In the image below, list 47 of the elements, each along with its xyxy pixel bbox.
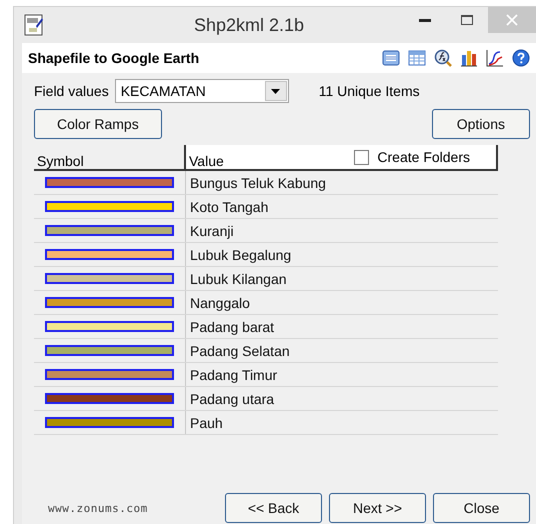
website-text: www.zonums.com — [48, 502, 148, 514]
next-button[interactable]: Next >> — [329, 493, 426, 523]
color-swatch[interactable] — [45, 201, 174, 212]
field-label: Field values — [34, 83, 109, 99]
color-swatch[interactable] — [45, 249, 174, 260]
table-cell-text: Nanggalo — [189, 294, 251, 313]
window-title: Shp2kml 2.1b — [192, 14, 304, 36]
field-dropdown[interactable]: KECAMATAN — [114, 79, 289, 103]
color-swatch[interactable] — [45, 321, 174, 332]
unique-count: 11 Unique Items — [318, 83, 420, 99]
table-cell-text: Padang utara — [189, 390, 276, 409]
table-icon[interactable] — [408, 50, 426, 66]
app-icon — [24, 14, 44, 36]
help-icon[interactable] — [512, 49, 530, 67]
header-title: Shapefile to Google Earth — [28, 50, 200, 66]
table-cell-text: Padang barat — [189, 318, 276, 337]
options-button[interactable]: Options — [432, 109, 530, 139]
color-ramps-button[interactable]: Color Ramps — [34, 109, 162, 139]
checkbox-label: Create Folders — [377, 149, 470, 165]
color-swatch[interactable] — [45, 393, 174, 404]
color-swatch[interactable] — [45, 369, 174, 380]
list-icon[interactable] — [382, 50, 400, 66]
dropdown-arrow-icon — [271, 88, 280, 94]
column-header[interactable]: Value — [189, 153, 224, 169]
back-button[interactable]: << Back — [225, 493, 322, 523]
table-cell-text: Kuranji — [189, 222, 235, 241]
color-swatch[interactable] — [45, 417, 174, 428]
color-swatch[interactable] — [45, 297, 174, 308]
table-cell-text: Lubuk Begalung — [189, 246, 292, 265]
table-cell-text: Lubuk Kilangan — [189, 270, 288, 289]
color-swatch[interactable] — [45, 273, 174, 284]
color-swatch[interactable] — [45, 345, 174, 356]
table-cell-text: Padang Selatan — [189, 342, 291, 361]
function-search-icon[interactable] — [434, 49, 452, 67]
table-cell-text: Koto Tangah — [189, 198, 270, 217]
color-swatch[interactable] — [45, 177, 174, 188]
minimize-icon — [418, 18, 431, 22]
close-icon — [506, 14, 518, 26]
bar-chart-icon[interactable] — [460, 49, 478, 67]
create-folders-checkbox[interactable] — [354, 150, 370, 164]
maximize-icon — [460, 15, 473, 25]
table-cell-text: Padang Timur — [189, 366, 278, 385]
line-chart-icon[interactable] — [486, 49, 504, 67]
table-cell-text: Bungus Teluk Kabung — [189, 174, 327, 193]
table-cell-text: Pauh — [189, 414, 224, 432]
color-swatch[interactable] — [45, 225, 174, 236]
close-dialog-button[interactable]: Close — [433, 493, 530, 523]
